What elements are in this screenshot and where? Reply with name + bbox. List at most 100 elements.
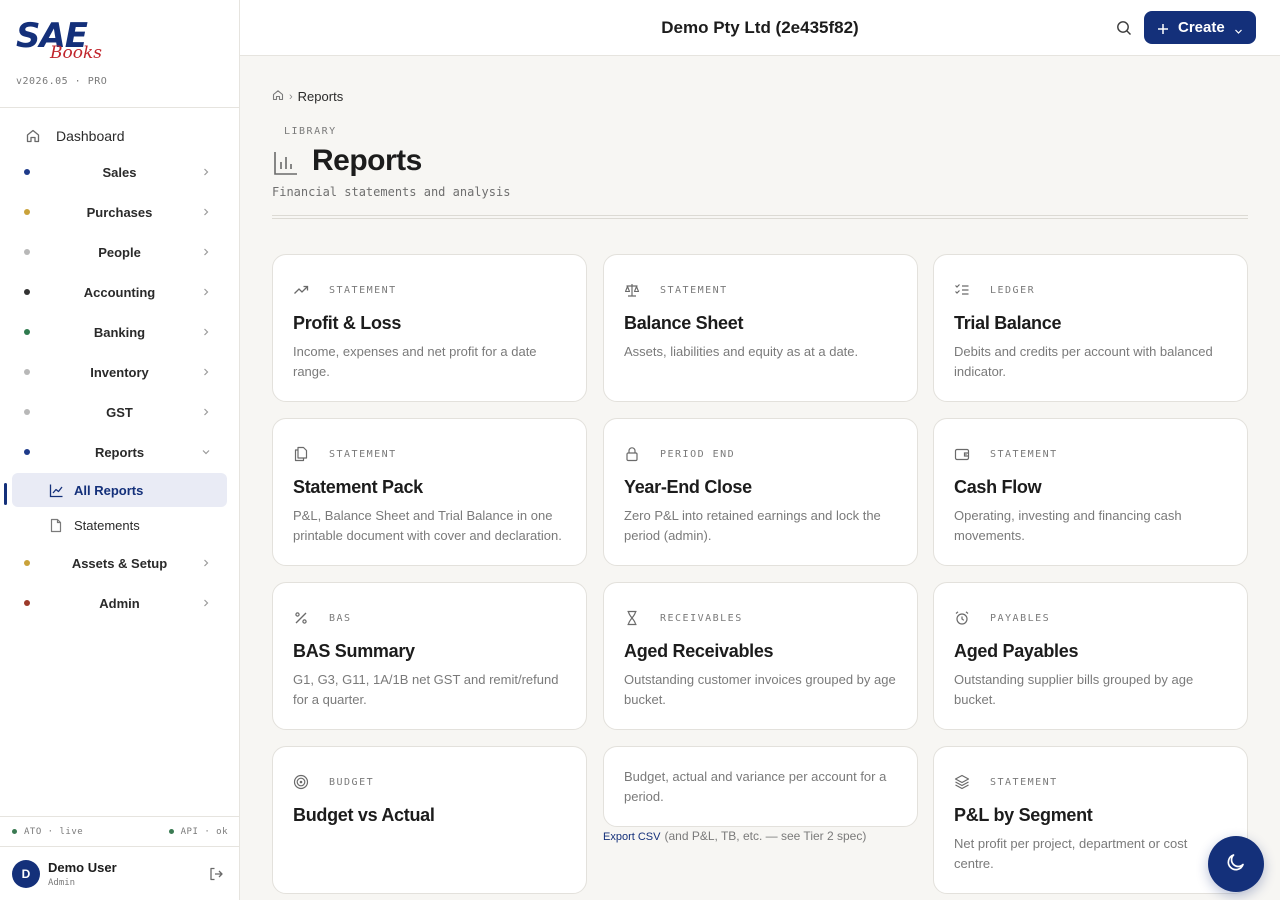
report-card-budget-vs-actual[interactable]: BUDGET Budget vs Actual: [272, 746, 587, 894]
search-icon[interactable]: [1115, 19, 1133, 37]
card-title: P&L by Segment: [954, 805, 1093, 825]
export-note-text: (and P&L, TB, etc. — see Tier 2 spec): [664, 829, 867, 843]
chevron-down-icon: [199, 445, 213, 459]
lock-icon: [624, 446, 640, 462]
sidebar-group-sales[interactable]: Sales: [0, 152, 239, 192]
chart-line-icon: [48, 482, 64, 498]
sidebar-group-gst[interactable]: GST: [0, 392, 239, 432]
ato-status: ATO · live: [12, 827, 83, 837]
active-indicator: [4, 483, 7, 505]
card-eyebrow: STATEMENT: [329, 285, 397, 296]
sidebar-item-label: Dashboard: [56, 128, 125, 144]
card-eyebrow: BUDGET: [329, 777, 375, 788]
page-eyebrow: LIBRARY: [284, 126, 337, 137]
logo-wordmark[interactable]: SAE: [16, 18, 223, 54]
plus-icon: [1157, 22, 1169, 34]
sidebar-group-reports[interactable]: Reports: [0, 432, 239, 472]
card-eyebrow: LEDGER: [990, 285, 1036, 296]
target-icon: [293, 774, 309, 790]
card-eyebrow: STATEMENT: [329, 449, 397, 460]
breadcrumb-current: Reports: [297, 89, 344, 104]
user-info: Demo User Admin: [48, 860, 117, 888]
api-status: API · ok: [168, 827, 228, 837]
card-title: Aged Payables: [954, 641, 1079, 661]
card-title: Statement Pack: [293, 477, 423, 497]
report-card-budget-detail[interactable]: Budget, actual and variance per account …: [603, 746, 918, 827]
card-description: G1, G3, G11, 1A/1B net GST and remit/ref…: [293, 672, 559, 707]
card-eyebrow: STATEMENT: [660, 285, 728, 296]
card-title: Year-End Close: [624, 477, 752, 497]
trend-up-icon: [293, 282, 309, 298]
group-dot: [24, 600, 30, 606]
group-dot: [24, 409, 30, 415]
status-dot: [168, 829, 174, 834]
percent-icon: [293, 610, 309, 626]
report-card-pl-by-segment[interactable]: STATEMENT P&L by Segment Net profit per …: [933, 746, 1248, 894]
card-description: Budget, actual and variance per account …: [624, 769, 887, 804]
card-title: Aged Receivables: [624, 641, 774, 661]
card-eyebrow: PERIOD END: [660, 449, 736, 460]
card-eyebrow: STATEMENT: [990, 449, 1058, 460]
report-card-aged-receivables[interactable]: RECEIVABLES Aged Receivables Outstanding…: [603, 582, 918, 730]
chevron-right-icon: [199, 325, 213, 339]
chevron-right-icon: [199, 205, 213, 219]
logo-script: Books: [50, 43, 102, 63]
report-card-statement-pack[interactable]: STATEMENT Statement Pack P&L, Balance Sh…: [272, 418, 587, 566]
group-dot: [24, 560, 30, 566]
report-card-trial-balance[interactable]: LEDGER Trial Balance Debits and credits …: [933, 254, 1248, 402]
sidebar-group-accounting[interactable]: Accounting: [0, 272, 239, 312]
export-csv-link[interactable]: Export CSV: [603, 831, 660, 843]
sidebar-group-admin[interactable]: Admin: [0, 583, 239, 623]
alarm-clock-icon: [954, 610, 970, 626]
bar-chart-icon: [273, 150, 299, 176]
create-button-label: Create: [1178, 19, 1225, 36]
chevron-right-icon: [199, 285, 213, 299]
card-description: Debits and credits per account with bala…: [954, 344, 1213, 379]
user-role: Admin: [48, 877, 76, 888]
ato-status-label: ATO · live: [24, 826, 84, 837]
chevron-right-icon: [199, 556, 213, 570]
card-eyebrow: PAYABLES: [990, 613, 1051, 624]
sidebar-group-people[interactable]: People: [0, 232, 239, 272]
card-title: Trial Balance: [954, 313, 1062, 333]
sidebar-group-assets-setup[interactable]: Assets & Setup: [0, 543, 239, 583]
chevron-right-icon: [199, 365, 213, 379]
sidebar-group-inventory[interactable]: Inventory: [0, 352, 239, 392]
document-icon: [48, 517, 64, 533]
report-card-balance-sheet[interactable]: STATEMENT Balance Sheet Assets, liabilit…: [603, 254, 918, 402]
sidebar-group-banking[interactable]: Banking: [0, 312, 239, 352]
home-icon[interactable]: [272, 89, 284, 104]
group-dot: [24, 449, 30, 455]
card-description: Net profit per project, department or co…: [954, 836, 1188, 871]
report-card-profit-loss[interactable]: STATEMENT Profit & Loss Income, expenses…: [272, 254, 587, 402]
sidebar-group-purchases[interactable]: Purchases: [0, 192, 239, 232]
report-card-bas-summary[interactable]: BAS BAS Summary G1, G3, G11, 1A/1B net G…: [272, 582, 587, 730]
page-title: Reports: [312, 144, 422, 177]
report-card-cash-flow[interactable]: STATEMENT Cash Flow Operating, investing…: [933, 418, 1248, 566]
card-title: Cash Flow: [954, 477, 1042, 497]
divider: [272, 215, 1248, 219]
chevron-right-icon: [199, 165, 213, 179]
chevron-right-icon: [199, 405, 213, 419]
status-bar: ATO · live API · ok: [0, 816, 240, 846]
sidebar-item-statements[interactable]: Statements: [12, 508, 227, 542]
group-dot: [24, 369, 30, 375]
theme-toggle-button[interactable]: [1208, 836, 1264, 892]
page-subtitle: Financial statements and analysis: [272, 185, 511, 199]
logout-icon[interactable]: [208, 866, 224, 882]
card-title: Budget vs Actual: [293, 805, 435, 825]
checklist-icon: [954, 282, 970, 298]
status-dot: [12, 829, 17, 834]
card-title: Balance Sheet: [624, 313, 744, 333]
avatar[interactable]: D: [12, 859, 40, 888]
report-card-year-end-close[interactable]: PERIOD END Year-End Close Zero P&L into …: [603, 418, 918, 566]
create-button[interactable]: Create: [1144, 11, 1256, 44]
hourglass-icon: [624, 610, 640, 626]
sidebar-item-all-reports[interactable]: All Reports: [12, 473, 227, 507]
report-card-aged-payables[interactable]: PAYABLES Aged Payables Outstanding suppl…: [933, 582, 1248, 730]
card-description: Assets, liabilities and equity as at a d…: [624, 344, 859, 359]
export-note: Export CSV (and P&L, TB, etc. — see Tier …: [603, 829, 866, 843]
files-icon: [293, 446, 309, 462]
sidebar-item-dashboard[interactable]: Dashboard: [12, 120, 227, 152]
sidebar: SAE Books v2026.05 · PRO Dashboard Sales…: [0, 0, 240, 900]
